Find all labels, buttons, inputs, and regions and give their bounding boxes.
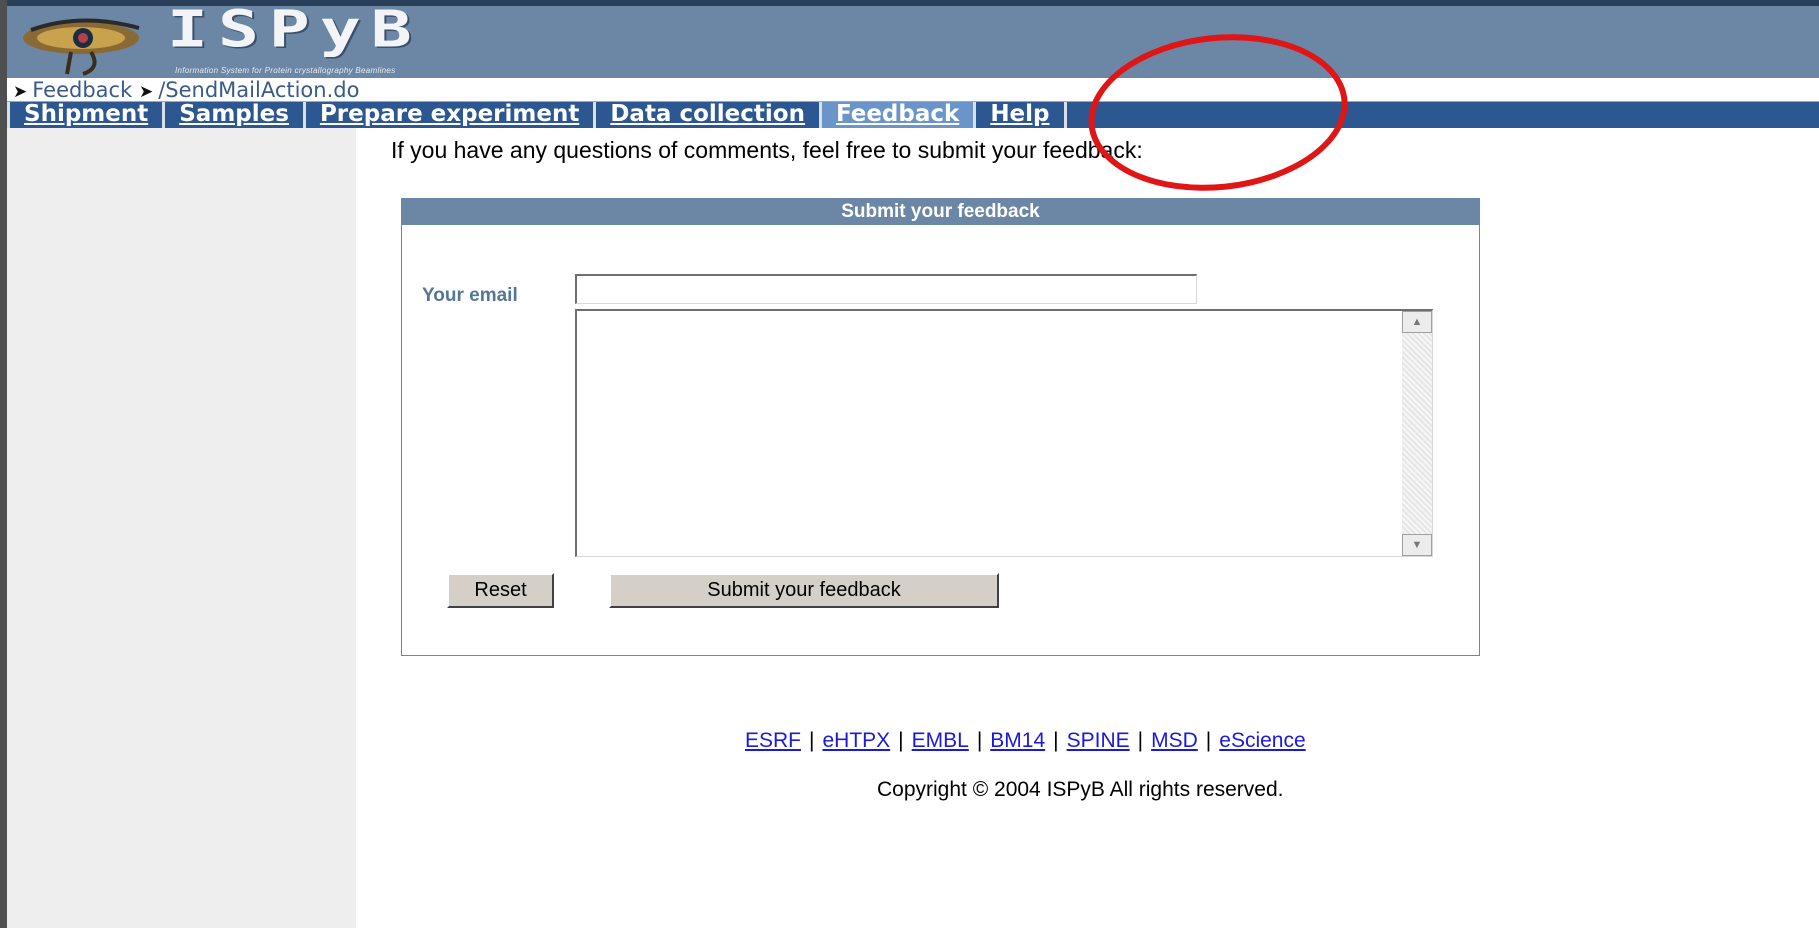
email-label: Your email: [422, 285, 518, 306]
footer-separator: |: [1137, 729, 1144, 752]
arrow-right-icon: ➤: [138, 82, 154, 102]
footer-separator: |: [809, 729, 815, 752]
message-textarea[interactable]: ▲ ▼: [575, 309, 1433, 557]
footer-link-spine[interactable]: SPINE: [1067, 729, 1130, 752]
footer-link-esrf[interactable]: ESRF: [745, 729, 801, 752]
nav-item-shipment[interactable]: Shipment: [7, 102, 166, 128]
left-sidebar: [7, 128, 356, 928]
email-field[interactable]: [575, 274, 1197, 304]
nav-item-feedback[interactable]: Feedback: [821, 102, 977, 128]
footer-links: ESRF | eHTPX | EMBL | BM14 | SPINE | MSD | eScience: [745, 729, 1306, 753]
app-logo-title: ISPyB: [167, 0, 422, 60]
footer-separator: |: [1053, 729, 1059, 752]
main-nav: Shipment Samples Prepare experiment Data co…: [7, 102, 1819, 128]
nav-item-samples[interactable]: Samples: [165, 102, 306, 128]
arrow-right-icon: ➤: [13, 82, 28, 102]
breadcrumb: ➤ Feedback ➤/SendMailAction.do: [7, 78, 1819, 102]
footer-link-embl[interactable]: EMBL: [912, 729, 969, 752]
intro-text: If you have any questions of comments, f…: [391, 137, 1143, 163]
nav-item-help[interactable]: Help: [976, 102, 1067, 128]
footer-link-escience[interactable]: eScience: [1219, 729, 1305, 752]
breadcrumb-item-action[interactable]: /SendMailAction.do: [158, 78, 359, 102]
copyright-text: Copyright © 2004 ISPyB All rights reserv…: [877, 778, 1284, 801]
eye-of-horus-icon: [23, 18, 140, 76]
nav-item-prepare-experiment[interactable]: Prepare experiment: [306, 102, 597, 128]
footer-separator: |: [976, 729, 983, 752]
window-left-border: [0, 0, 7, 928]
submit-feedback-button[interactable]: Submit your feedback: [609, 573, 999, 608]
feedback-panel: Submit your feedback Your email ▲ ▼ Rese…: [401, 198, 1480, 656]
breadcrumb-item-feedback[interactable]: Feedback: [32, 78, 132, 102]
app-header: ISPyB Information System for Protein cry…: [7, 0, 1819, 78]
footer-link-bm14[interactable]: BM14: [990, 729, 1045, 752]
triangle-up-icon[interactable]: ▲: [1402, 311, 1432, 333]
footer-separator: |: [1205, 729, 1212, 752]
message-scrollbar[interactable]: ▲ ▼: [1402, 311, 1432, 556]
reset-button[interactable]: Reset: [447, 573, 554, 608]
triangle-down-icon[interactable]: ▼: [1402, 534, 1432, 556]
app-logo-subtitle: Information System for Protein crystallo…: [175, 66, 396, 75]
nav-item-data-collection[interactable]: Data collection: [596, 102, 822, 128]
footer-link-ehtpx[interactable]: eHTPX: [822, 729, 890, 752]
footer-link-msd[interactable]: MSD: [1151, 729, 1198, 752]
footer-separator: |: [898, 729, 904, 752]
panel-title: Submit your feedback: [402, 199, 1479, 225]
